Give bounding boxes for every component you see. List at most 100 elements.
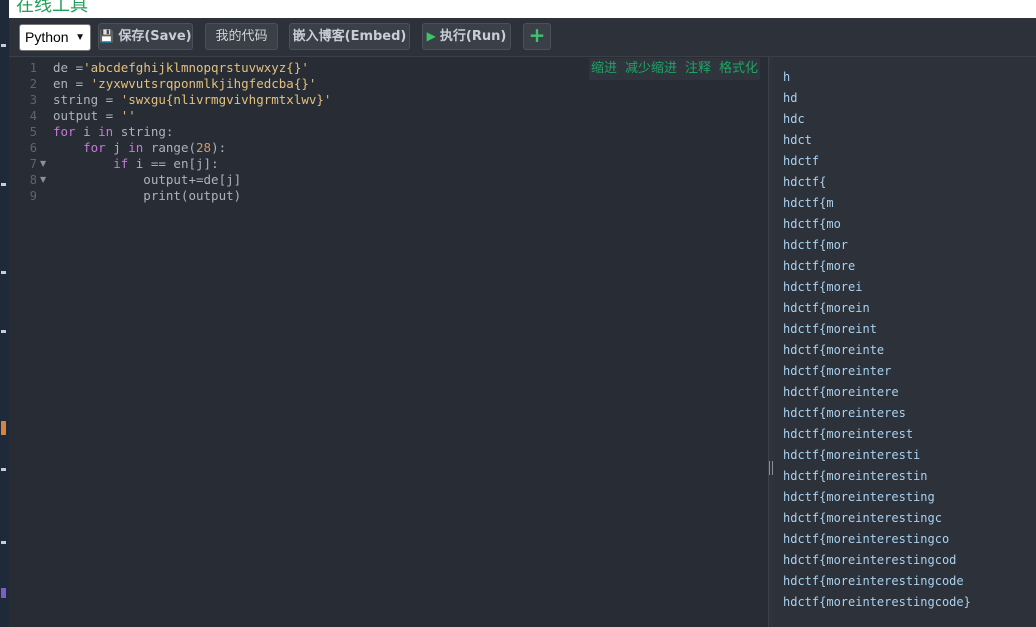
output-line: hdctf{more <box>783 259 856 273</box>
code-line: if i == en[j]: <box>53 156 219 172</box>
output-line: hdctf{morein <box>783 301 870 315</box>
embed-button-label: 嵌入博客(Embed) <box>292 29 407 44</box>
code-token: i <box>75 124 99 139</box>
code-token: in <box>98 124 114 139</box>
line-number: 2 <box>29 77 37 91</box>
line-number: 4 <box>29 109 37 123</box>
output-line: hdctf{moreinteresting <box>783 490 935 504</box>
line-number: 5 <box>29 125 37 139</box>
code-line: en = 'zyxwvutsrqponmlkjihgfedcba{}' <box>53 76 316 92</box>
output-line: hdctf{moreinterestingc <box>783 511 942 525</box>
output-line: hdc <box>783 112 805 126</box>
output-line: hdctf{morei <box>783 280 863 294</box>
code-token: output+=de[j] <box>53 172 242 187</box>
save-button-label: 保存(Save) <box>118 29 192 44</box>
line-gutter: 1 2 3 4 5 6 7 ▼ 8 ▼ 9 <box>9 57 47 627</box>
code-token: 'abcdefghijklmnopqrstuvwxyz{}' <box>83 60 309 75</box>
save-icon: 💾 <box>99 29 115 43</box>
fold-arrow-icon[interactable]: ▼ <box>40 172 46 188</box>
output-line: hdctf{moreint <box>783 322 877 336</box>
code-token: in <box>128 140 144 155</box>
edge-mark <box>1 44 6 47</box>
output-line: hdctf{mor <box>783 238 849 252</box>
edge-mark <box>1 588 6 598</box>
code-token: print(output) <box>53 188 242 203</box>
edge-mark <box>1 468 6 471</box>
fold-arrow-icon[interactable]: ▼ <box>40 156 46 172</box>
code-line: for j in range(28): <box>53 140 226 156</box>
edge-mark <box>1 330 6 333</box>
line-number: 8 <box>29 173 37 187</box>
code-token: '' <box>120 108 136 123</box>
toolbar: Python ▼ 💾 保存(Save) 我的代码 嵌入博客(Embed) ▶ 执行(… <box>9 18 1036 57</box>
line-number: 3 <box>29 93 37 107</box>
output-line: hdctf{moreinteres <box>783 406 906 420</box>
output-line: hdctf{moreinterestingcode <box>783 574 964 588</box>
code-line: string = 'swxgu{nlivrmgvivhgrmtxlwv}' <box>53 92 331 108</box>
code-token: j <box>105 140 129 155</box>
run-button[interactable]: ▶ 执行(Run) <box>422 23 511 50</box>
code-line: output = '' <box>53 108 136 124</box>
output-line: hdctf{moreinteresti <box>783 448 921 462</box>
save-button[interactable]: 💾 保存(Save) <box>98 23 193 50</box>
code-line: print(output) <box>53 188 241 204</box>
output-line: hdctf{mo <box>783 217 841 231</box>
code-token: de = <box>53 60 84 75</box>
page-header: 在线工具 <box>9 0 1036 18</box>
output-line: hdctf{moreinterestingco <box>783 532 950 546</box>
add-button[interactable]: + <box>523 23 551 50</box>
code-line: for i in string: <box>53 124 173 140</box>
output-line: hdctf{moreintere <box>783 385 899 399</box>
line-number: 7 <box>29 157 37 171</box>
line-number: 9 <box>29 189 37 203</box>
comment-button[interactable]: 注释 <box>685 58 711 80</box>
output-line: hdctf{moreinter <box>783 364 892 378</box>
code-token: for <box>83 140 106 155</box>
code-token: string = <box>53 92 121 107</box>
page-title: 在线工具 <box>16 0 88 16</box>
outdent-button[interactable]: 减少缩进 <box>625 58 677 80</box>
output-line: hdctf{m <box>783 196 834 210</box>
output-line: hdctf{moreinterestin <box>783 469 928 483</box>
code-token: range( <box>143 140 197 155</box>
code-line: de ='abcdefghijklmnopqrstuvwxyz{}' <box>53 60 309 76</box>
language-select[interactable]: Python ▼ <box>19 24 91 51</box>
code-editor[interactable]: 1 2 3 4 5 6 7 ▼ 8 ▼ 9 de ='abcdefghijklmnopqrstuvw… <box>9 57 768 627</box>
output-line: hdctf{moreinterestingcode} <box>783 595 971 609</box>
plus-icon: + <box>528 23 546 47</box>
edge-mark <box>1 541 6 544</box>
indent-button[interactable]: 缩进 <box>591 58 617 80</box>
editor-actions: 缩进 减少缩进 注释 格式化 <box>588 58 760 80</box>
output-line: hdctf{moreinterestingcod <box>783 553 957 567</box>
code-token: 28 <box>196 140 212 155</box>
output-line: hdctf{ <box>783 175 827 189</box>
output-line: hdctf <box>783 154 820 168</box>
format-button[interactable]: 格式化 <box>719 58 758 80</box>
line-number: 6 <box>29 141 37 155</box>
edge-mark <box>1 421 6 435</box>
code-token: ): <box>211 140 227 155</box>
language-select-value: Python <box>25 29 69 45</box>
output-line: hdct <box>783 133 812 147</box>
code-token: 'zyxwvutsrqponmlkjihgfedcba{}' <box>90 76 317 91</box>
run-button-label: 执行(Run) <box>439 29 507 44</box>
edge-mark <box>1 183 6 186</box>
code-token: en = <box>53 76 91 91</box>
chevron-down-icon: ▼ <box>75 32 85 43</box>
output-line: hdctf{moreinte <box>783 343 885 357</box>
my-code-button[interactable]: 我的代码 <box>205 23 278 50</box>
code-token: i == en[j]: <box>128 156 219 171</box>
code-token: if <box>113 156 129 171</box>
code-token: string: <box>113 124 174 139</box>
output-line: h <box>783 70 791 84</box>
code-token: output = <box>53 108 121 123</box>
embed-button[interactable]: 嵌入博客(Embed) <box>289 23 410 50</box>
my-code-button-label: 我的代码 <box>215 29 268 44</box>
output-panel: h hd hdc hdct hdctf hdctf{ hdctf{m hdctf{mo hdct… <box>773 57 1036 627</box>
code-token: for <box>53 124 76 139</box>
output-line: hd <box>783 91 798 105</box>
code-line: output+=de[j] <box>53 172 241 188</box>
line-number: 1 <box>29 61 37 75</box>
